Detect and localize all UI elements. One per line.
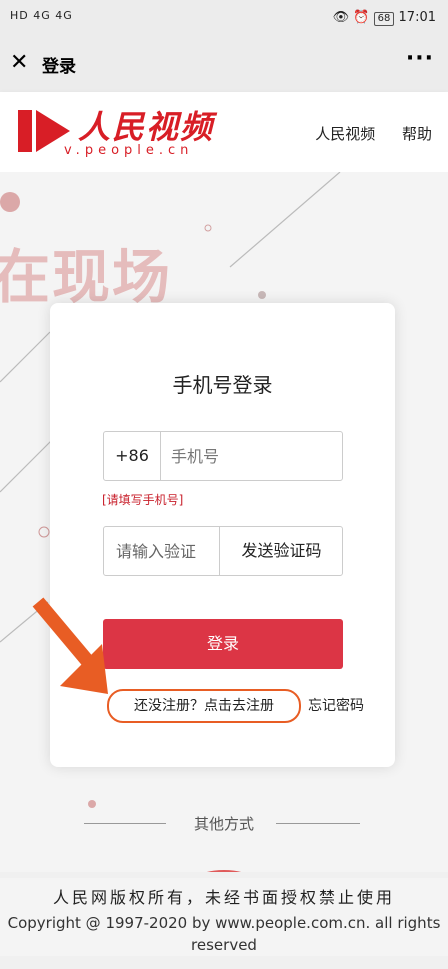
login-links: 还没注册？点击去注册 忘记密码 [102,689,392,723]
phone-hint: [请填写手机号] [102,493,184,507]
title-bar: ✕ 登录 ··· [0,36,448,92]
network-status: HD 4G 4G [10,9,73,22]
phone-field: +86 [103,431,343,481]
footer-copyright-en: Copyright @ 1997-2020 by www.people.com.… [7,914,441,954]
other-methods-label: 其他方式 [193,815,254,833]
country-code[interactable]: +86 [104,432,161,480]
nav-link-help[interactable]: 帮助 [402,125,432,143]
site-nav: 人民视频 帮助 [293,123,432,144]
other-methods: 其他方式 [0,813,448,833]
eye-icon: 👁 [332,10,350,25]
status-bar: HD 4G 4G 👁 ⏰ 68 17:01 [0,0,448,36]
phone-input[interactable] [169,440,333,472]
footer-copyright-cn: 人民网版权所有，未经书面授权禁止使用 [52,888,395,907]
clock-time: 17:01 [398,10,436,25]
send-code-button[interactable]: 发送验证码 [219,527,343,575]
login-title: 手机号登录 [172,373,273,397]
nav-link-video[interactable]: 人民视频 [315,125,375,143]
background-slogan: 在现场 [0,243,173,311]
logo-subtitle: v.people.cn [64,143,194,158]
login-button[interactable]: 登录 [103,619,343,669]
alarm-icon: ⏰ [353,10,370,25]
site-header: 人民视频 v.people.cn 人民视频 帮助 [0,92,448,172]
status-right: 👁 ⏰ 68 17:01 [333,10,436,26]
forgot-password-link[interactable]: 忘记密码 [308,689,364,723]
close-icon[interactable]: ✕ [10,50,28,76]
code-input[interactable] [114,535,222,567]
code-field: 发送验证码 [103,526,343,576]
page-title: 登录 [42,57,76,77]
arrow-annotation-icon [32,597,108,694]
footer: 人民网版权所有，未经书面授权禁止使用 Copyright @ 1997-2020… [0,878,448,956]
more-icon[interactable]: ··· [406,46,434,71]
battery-icon: 68 [373,12,395,26]
register-link[interactable]: 还没注册？点击去注册 [107,689,301,723]
logo-text: 人民视频 [78,108,215,146]
